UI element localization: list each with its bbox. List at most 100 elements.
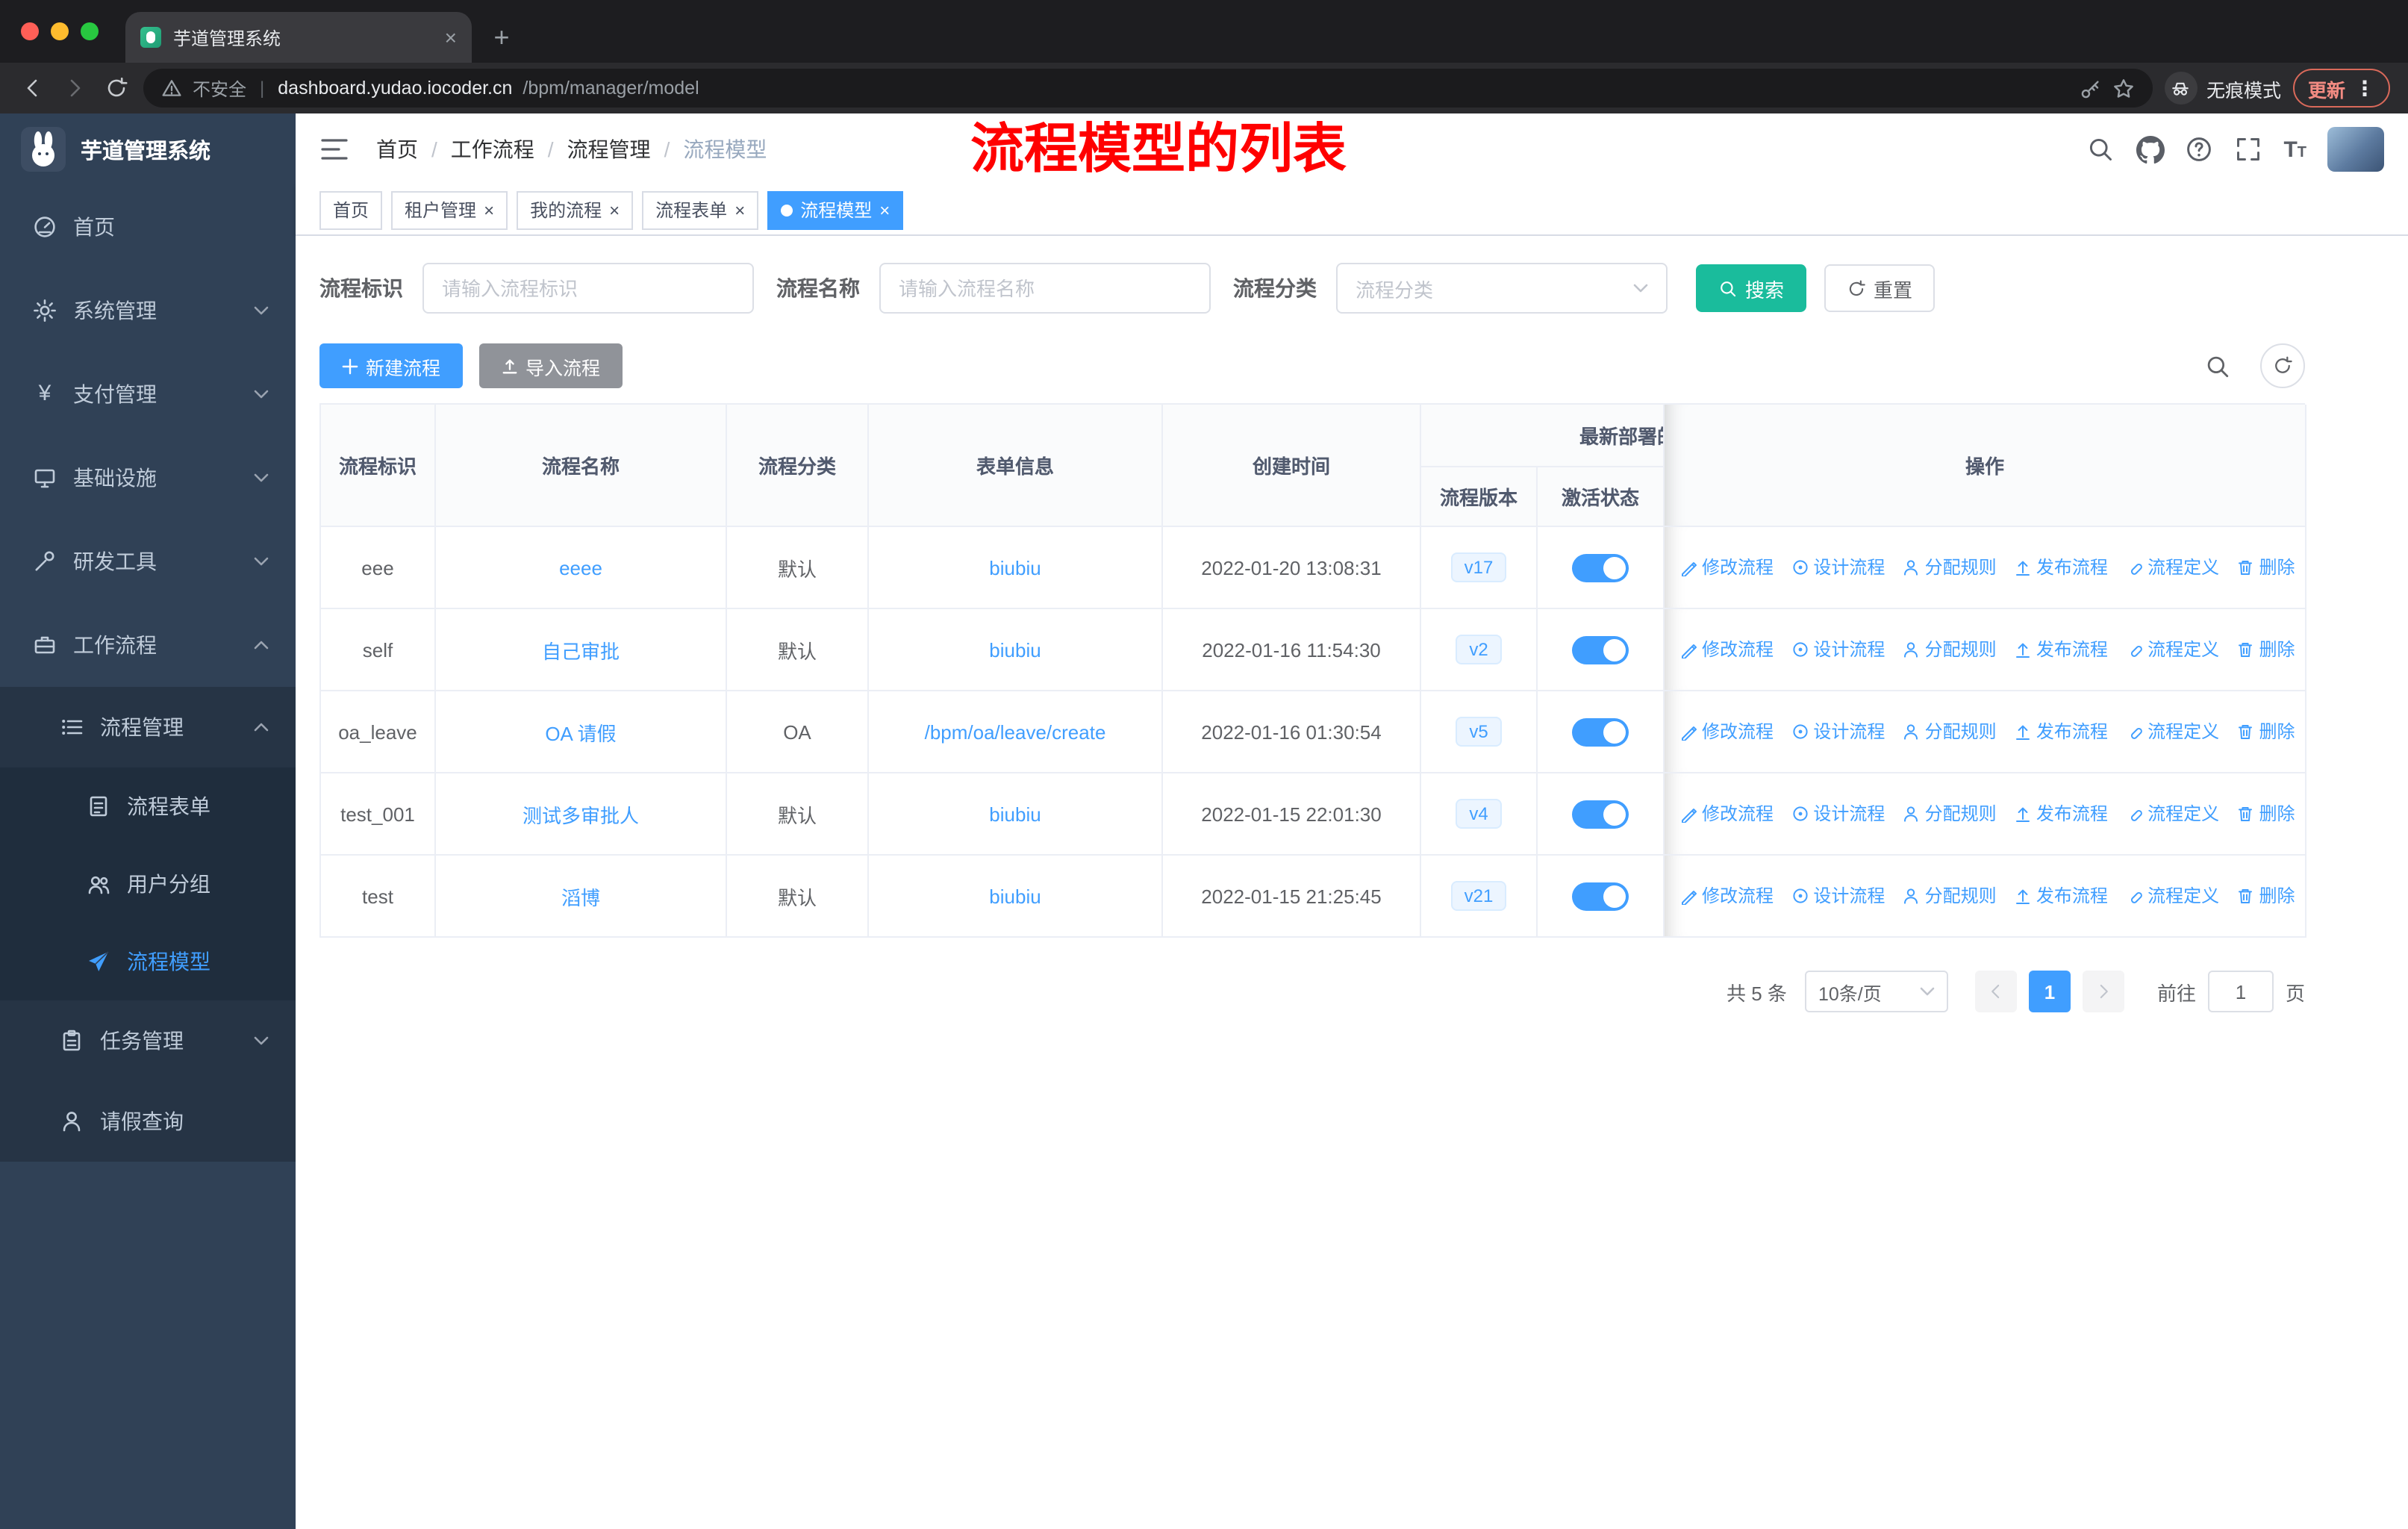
breadcrumb-item-process-management[interactable]: 流程管理 bbox=[567, 134, 651, 164]
minimize-window-button[interactable] bbox=[51, 22, 69, 40]
active-toggle[interactable] bbox=[1572, 800, 1629, 828]
action-publish-process[interactable]: 发布流程 bbox=[2014, 555, 2108, 580]
sidebar-item-system[interactable]: 系统管理 bbox=[0, 269, 296, 352]
search-icon[interactable] bbox=[2086, 135, 2115, 164]
action-process-definition[interactable]: 流程定义 bbox=[2125, 883, 2219, 909]
tag-process-form[interactable]: 流程表单 × bbox=[642, 190, 759, 229]
sidebar-item-task-management[interactable]: 任务管理 bbox=[0, 1000, 296, 1081]
action-delete[interactable]: 删除 bbox=[2236, 883, 2295, 909]
refresh-button[interactable] bbox=[2260, 343, 2305, 388]
browser-update-button[interactable]: 更新 ⋮ bbox=[2292, 69, 2390, 108]
action-delete[interactable]: 删除 bbox=[2236, 555, 2295, 580]
help-icon[interactable] bbox=[2185, 135, 2213, 164]
action-assign-rule[interactable]: 分配规则 bbox=[1903, 555, 1997, 580]
action-process-definition[interactable]: 流程定义 bbox=[2125, 801, 2219, 826]
goto-page-input[interactable] bbox=[2207, 971, 2274, 1012]
bookmark-star-icon[interactable] bbox=[2112, 77, 2135, 99]
tag-process-model[interactable]: 流程模型 × bbox=[767, 190, 904, 229]
form-info-link[interactable]: biubiu bbox=[989, 556, 1041, 579]
action-assign-rule[interactable]: 分配规则 bbox=[1903, 883, 1997, 909]
process-category-select[interactable]: 流程分类 bbox=[1336, 263, 1668, 314]
action-publish-process[interactable]: 发布流程 bbox=[2014, 883, 2108, 909]
form-info-link[interactable]: /bpm/oa/leave/create bbox=[925, 720, 1106, 743]
action-publish-process[interactable]: 发布流程 bbox=[2014, 719, 2108, 744]
forward-button[interactable] bbox=[60, 73, 90, 103]
sidebar-item-user-group[interactable]: 用户分组 bbox=[0, 845, 296, 923]
action-publish-process[interactable]: 发布流程 bbox=[2014, 637, 2108, 662]
search-button[interactable]: 搜索 bbox=[1696, 264, 1807, 312]
action-design-process[interactable]: 设计流程 bbox=[1791, 637, 1885, 662]
address-bar[interactable]: 不安全 | dashboard.yudao.iocoder.cn /bpm/ma… bbox=[143, 69, 2153, 108]
sidebar-item-leave-query[interactable]: 请假查询 bbox=[0, 1081, 296, 1162]
create-process-button[interactable]: 新建流程 bbox=[319, 343, 464, 388]
action-process-definition[interactable]: 流程定义 bbox=[2125, 637, 2219, 662]
tab-close-icon[interactable]: × bbox=[445, 27, 457, 48]
browser-tab[interactable]: 芋道管理系统 × bbox=[125, 12, 472, 63]
active-toggle[interactable] bbox=[1572, 882, 1629, 910]
action-assign-rule[interactable]: 分配规则 bbox=[1903, 719, 1997, 744]
active-toggle[interactable] bbox=[1572, 553, 1629, 582]
tag-close-icon[interactable]: × bbox=[734, 201, 745, 219]
process-name-link[interactable]: 滔博 bbox=[561, 886, 600, 909]
toggle-search-icon[interactable] bbox=[2195, 343, 2239, 388]
action-edit-process[interactable]: 修改流程 bbox=[1679, 637, 1774, 662]
sidebar-item-infrastructure[interactable]: 基础设施 bbox=[0, 436, 296, 520]
sidebar-item-home[interactable]: 首页 bbox=[0, 185, 296, 269]
sidebar-toggle-icon[interactable] bbox=[319, 134, 349, 164]
process-name-link[interactable]: 自己审批 bbox=[542, 640, 620, 662]
tag-home[interactable]: 首页 bbox=[319, 190, 383, 229]
maximize-window-button[interactable] bbox=[81, 22, 99, 40]
action-publish-process[interactable]: 发布流程 bbox=[2014, 801, 2108, 826]
process-id-input[interactable] bbox=[422, 263, 754, 314]
tag-close-icon[interactable]: × bbox=[609, 201, 620, 219]
close-window-button[interactable] bbox=[21, 22, 39, 40]
action-design-process[interactable]: 设计流程 bbox=[1791, 801, 1885, 826]
action-edit-process[interactable]: 修改流程 bbox=[1679, 555, 1774, 580]
reload-button[interactable] bbox=[102, 73, 131, 103]
action-assign-rule[interactable]: 分配规则 bbox=[1903, 801, 1997, 826]
action-edit-process[interactable]: 修改流程 bbox=[1679, 719, 1774, 744]
action-process-definition[interactable]: 流程定义 bbox=[2125, 719, 2219, 744]
back-button[interactable] bbox=[18, 73, 48, 103]
tag-close-icon[interactable]: × bbox=[484, 201, 494, 219]
active-toggle[interactable] bbox=[1572, 717, 1629, 746]
breadcrumb-item-workflow[interactable]: 工作流程 bbox=[451, 134, 534, 164]
action-delete[interactable]: 删除 bbox=[2236, 637, 2295, 662]
prev-page-button[interactable] bbox=[1974, 971, 2017, 1012]
action-process-definition[interactable]: 流程定义 bbox=[2125, 555, 2219, 580]
fullscreen-icon[interactable] bbox=[2234, 135, 2262, 164]
action-design-process[interactable]: 设计流程 bbox=[1791, 719, 1885, 744]
process-name-link[interactable]: eeee bbox=[559, 556, 602, 579]
next-page-button[interactable] bbox=[2082, 971, 2124, 1012]
form-info-link[interactable]: biubiu bbox=[989, 803, 1041, 825]
sidebar-item-process-model[interactable]: 流程模型 bbox=[0, 923, 296, 1000]
sidebar-item-process-form[interactable]: 流程表单 bbox=[0, 767, 296, 845]
password-key-icon[interactable] bbox=[2080, 77, 2102, 99]
sidebar-item-process-management[interactable]: 流程管理 bbox=[0, 687, 296, 767]
breadcrumb-item-home[interactable]: 首页 bbox=[376, 134, 418, 164]
action-delete[interactable]: 删除 bbox=[2236, 719, 2295, 744]
import-process-button[interactable]: 导入流程 bbox=[479, 343, 623, 388]
sidebar-item-payment[interactable]: ¥ 支付管理 bbox=[0, 352, 296, 436]
page-number-button[interactable]: 1 bbox=[2028, 971, 2071, 1012]
form-info-link[interactable]: biubiu bbox=[989, 885, 1041, 907]
action-design-process[interactable]: 设计流程 bbox=[1791, 883, 1885, 909]
tag-my-process[interactable]: 我的流程 × bbox=[517, 190, 634, 229]
action-edit-process[interactable]: 修改流程 bbox=[1679, 883, 1774, 909]
new-tab-button[interactable]: + bbox=[481, 16, 523, 58]
github-icon[interactable] bbox=[2136, 135, 2165, 164]
tag-tenant-management[interactable]: 租户管理 × bbox=[391, 190, 508, 229]
font-size-icon[interactable]: TT bbox=[2283, 138, 2306, 161]
active-toggle[interactable] bbox=[1572, 635, 1629, 664]
sidebar-item-dev-tools[interactable]: 研发工具 bbox=[0, 520, 296, 603]
process-name-input[interactable] bbox=[879, 263, 1211, 314]
action-delete[interactable]: 删除 bbox=[2236, 801, 2295, 826]
action-edit-process[interactable]: 修改流程 bbox=[1679, 801, 1774, 826]
user-avatar[interactable] bbox=[2327, 127, 2384, 172]
tag-close-icon[interactable]: × bbox=[879, 201, 890, 219]
browser-menu-icon[interactable]: ⋮ bbox=[2354, 75, 2375, 101]
sidebar-item-workflow[interactable]: 工作流程 bbox=[0, 603, 296, 687]
form-info-link[interactable]: biubiu bbox=[989, 638, 1041, 661]
reset-button[interactable]: 重置 bbox=[1824, 264, 1936, 312]
process-name-link[interactable]: OA 请假 bbox=[545, 722, 616, 744]
